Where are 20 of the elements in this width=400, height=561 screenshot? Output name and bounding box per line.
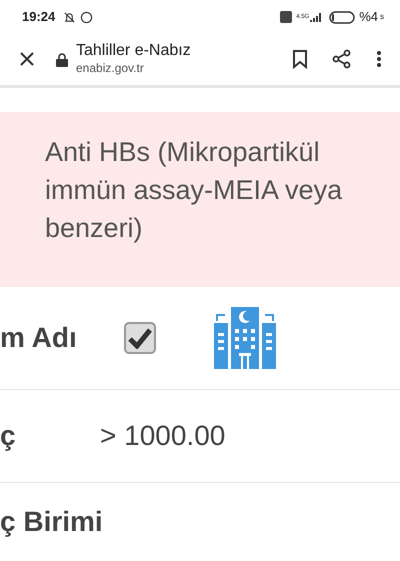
- close-icon[interactable]: [18, 50, 36, 68]
- signal-icon: [309, 12, 322, 22]
- battery-percent: %4: [359, 8, 378, 26]
- checkbox[interactable]: [124, 322, 156, 354]
- bell-off-icon: [63, 10, 76, 24]
- hospital-icon: [214, 307, 276, 369]
- menu-icon[interactable]: [376, 50, 382, 68]
- page-url: enabiz.gov.tr: [76, 60, 145, 78]
- battery-suffix: s: [380, 11, 384, 23]
- bookmark-icon[interactable]: [292, 49, 308, 70]
- battery-icon: [329, 10, 356, 24]
- field-label: m Adı: [0, 321, 78, 355]
- field-label: ç: [0, 419, 17, 453]
- share-icon[interactable]: [332, 49, 352, 70]
- field-label: ç Birimi: [0, 505, 100, 539]
- test-name: Anti HBs (Mikropartikül immün assay-MEIA veya benzeri): [45, 136, 344, 245]
- page-title: Tahliller e-Nabız: [76, 42, 192, 60]
- lock-icon: [56, 52, 68, 66]
- field-value: > 1000.00: [100, 419, 226, 453]
- clock-time: 19:24: [22, 8, 56, 26]
